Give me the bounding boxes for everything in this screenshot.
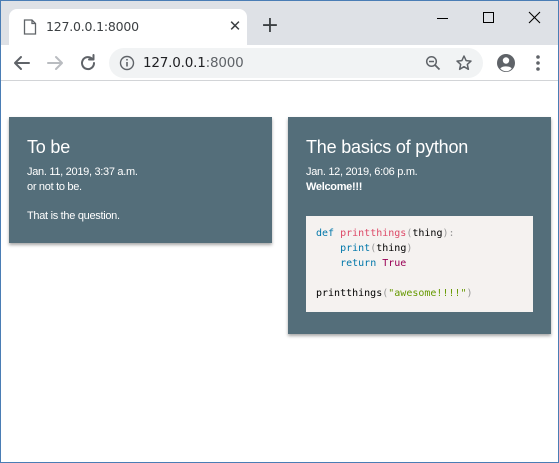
code-punct: ): [406, 243, 413, 254]
forward-arrow-icon[interactable]: [43, 51, 67, 75]
post-bold-text: Welcome!!!: [306, 181, 363, 193]
browser-window: 127.0.0.1:8000 ✕ + 127.0.0.1:8000 To be …: [0, 0, 559, 463]
menu-dots-icon[interactable]: [526, 51, 550, 75]
tab-strip: 127.0.0.1:8000 ✕ +: [1, 1, 558, 45]
minimize-icon[interactable]: [419, 3, 465, 33]
post-date: Jan. 11, 2019, 3:37 a.m.: [27, 166, 138, 178]
code-function: printthings: [316, 288, 383, 299]
post-title: The basics of python: [306, 137, 469, 157]
code-arg: thing: [412, 228, 443, 239]
code-arg: thing: [376, 243, 407, 254]
profile-avatar-icon[interactable]: [494, 51, 518, 75]
url-text[interactable]: 127.0.0.1:8000: [143, 55, 244, 71]
back-arrow-icon[interactable]: [10, 51, 34, 75]
tab-close-icon[interactable]: ✕: [227, 18, 243, 34]
post-text-line: or not to be.: [27, 181, 82, 193]
code-boolean: True: [382, 258, 407, 269]
code-function: print: [340, 243, 371, 254]
code-line: printthings("awesome!!!!"): [316, 286, 523, 301]
code-keyword: def: [316, 228, 335, 239]
url-port: :8000: [205, 55, 244, 71]
code-string: "awesome!!!!": [388, 288, 467, 299]
code-punct: ):: [442, 228, 455, 239]
address-bar[interactable]: 127.0.0.1:8000: [109, 48, 483, 78]
tab-title: 127.0.0.1:8000: [46, 19, 139, 34]
code-keyword: return: [340, 258, 377, 269]
page-icon: [23, 19, 37, 35]
reload-icon[interactable]: [76, 51, 100, 75]
post-text-line: That is the question.: [27, 210, 120, 222]
bookmark-star-icon[interactable]: [455, 54, 473, 72]
post-card: The basics of python Jan. 12, 2019, 6:06…: [288, 117, 551, 334]
zoom-out-icon[interactable]: [425, 55, 441, 71]
code-line: return True: [316, 256, 523, 271]
info-icon[interactable]: [119, 55, 135, 71]
page-content: To be Jan. 11, 2019, 3:37 a.m. or not to…: [1, 82, 558, 462]
browser-tab[interactable]: 127.0.0.1:8000 ✕: [9, 9, 247, 45]
code-punct: ): [466, 288, 473, 299]
code-block: def printthings(thing): print(thing) ret…: [306, 216, 533, 312]
post-title: To be: [27, 137, 71, 157]
post-card: To be Jan. 11, 2019, 3:37 a.m. or not to…: [9, 117, 272, 243]
url-host: 127.0.0.1: [143, 55, 206, 71]
new-tab-icon[interactable]: +: [259, 15, 281, 37]
code-line: def printthings(thing):: [316, 226, 523, 241]
close-window-icon[interactable]: [511, 3, 557, 33]
code-line: print(thing): [316, 241, 523, 256]
browser-toolbar: 127.0.0.1:8000: [1, 45, 558, 81]
maximize-icon[interactable]: [465, 3, 511, 33]
post-date: Jan. 12, 2019, 6:06 p.m.: [306, 166, 418, 178]
code-function: printthings: [340, 228, 407, 239]
